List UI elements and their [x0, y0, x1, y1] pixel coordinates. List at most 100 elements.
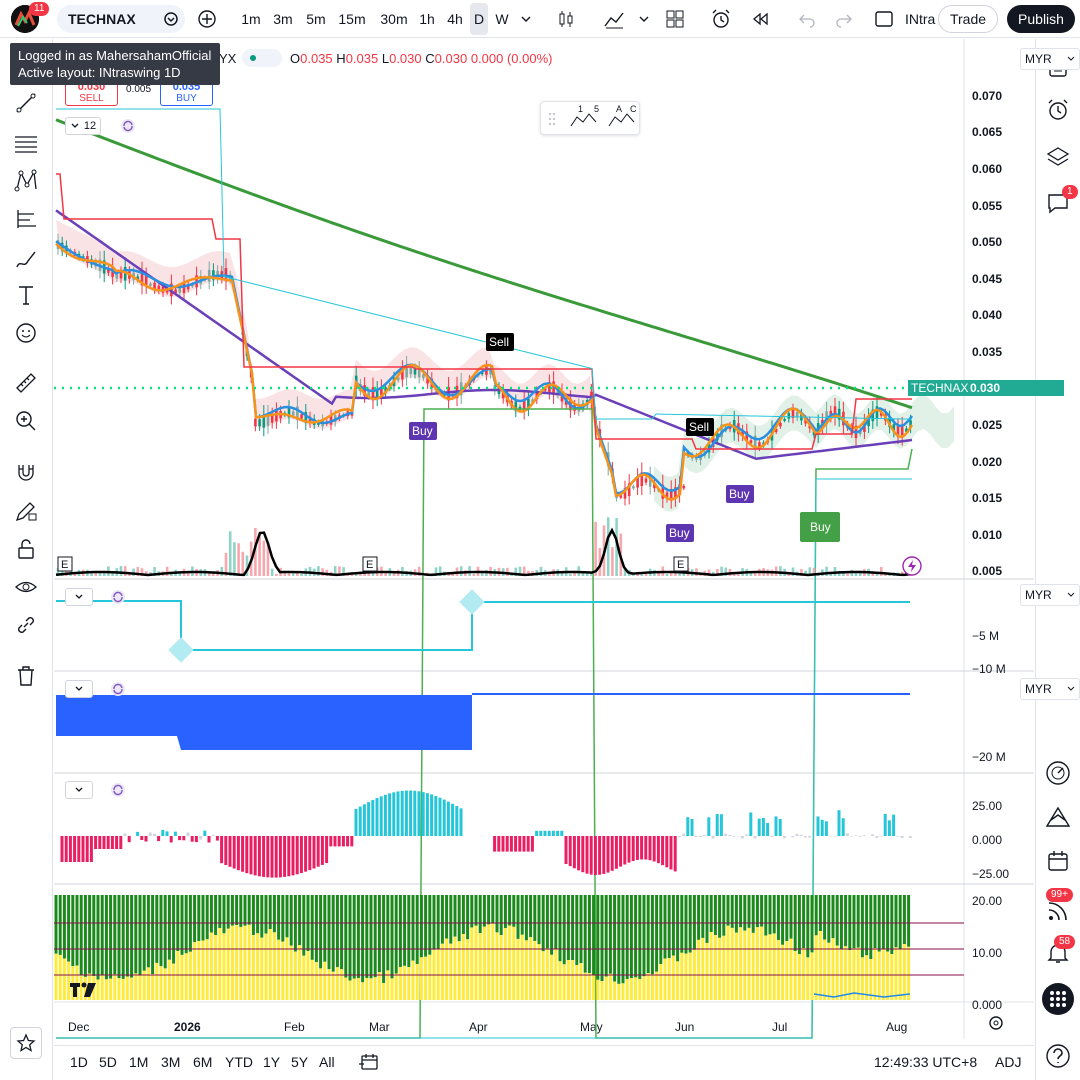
timeframe-1h[interactable]: 1h: [416, 0, 438, 38]
clock[interactable]: 12:49:33 UTC+8: [874, 1046, 977, 1078]
price-axis-label: 0.020: [972, 455, 1002, 469]
alert-button[interactable]: [707, 0, 735, 38]
calendar-button[interactable]: [1044, 847, 1072, 875]
measure-tool[interactable]: [12, 369, 40, 397]
redo-button[interactable]: [830, 0, 858, 38]
refresh-icon[interactable]: [110, 782, 126, 798]
brush-tool[interactable]: [12, 245, 40, 273]
settings-icon[interactable]: [987, 1014, 1005, 1032]
help-button[interactable]: [1044, 1042, 1072, 1070]
pane4-toggle[interactable]: [65, 781, 93, 799]
chart-canvas[interactable]: 0.070 0.065 0.060 0.055 0.050 0.045 0.040 0.035…: [54, 39, 1034, 1039]
adjust-button[interactable]: ADJ: [995, 1046, 1021, 1078]
date-range-button[interactable]: [359, 1046, 379, 1078]
templates-button[interactable]: [661, 0, 689, 38]
undo-button[interactable]: [793, 0, 821, 38]
legend-status[interactable]: [242, 49, 282, 67]
chart-type-button[interactable]: [552, 0, 580, 38]
text-tool[interactable]: [12, 281, 40, 309]
symbol-search[interactable]: TECHNAX: [57, 5, 185, 33]
star-icon: [16, 1033, 36, 1052]
timeframe-d[interactable]: D: [470, 3, 488, 35]
pane5-green-bar: [92, 895, 96, 977]
range-all[interactable]: All: [319, 1046, 335, 1078]
currency-select-pane3[interactable]: MYR: [1020, 678, 1080, 700]
publish-button[interactable]: Publish: [1007, 5, 1075, 33]
pane2-toggle[interactable]: [65, 588, 93, 606]
pane5-green-bar: [873, 895, 877, 949]
indicators-dropdown[interactable]: [636, 0, 652, 38]
indicators-button[interactable]: [600, 0, 628, 38]
range-3m[interactable]: 3M: [161, 1046, 180, 1078]
trade-button[interactable]: Trade: [938, 5, 998, 33]
timeframe-4h[interactable]: 4h: [444, 0, 466, 38]
indicators-toggle[interactable]: 12: [65, 117, 101, 135]
emoji-tool[interactable]: [12, 319, 40, 347]
pane5-yellow-bar: [319, 968, 323, 1000]
sync-drawings-tool[interactable]: [12, 611, 40, 639]
remove-drawings-tool[interactable]: [12, 662, 40, 690]
timeframe-1m[interactable]: 1m: [237, 0, 265, 38]
histogram-bar: [110, 836, 114, 849]
lightning-icon[interactable]: [901, 555, 923, 577]
alerts-button[interactable]: [1044, 96, 1072, 124]
drawing-float-toolbar[interactable]: 1 5 A C: [540, 101, 640, 135]
histogram-bar: [304, 836, 308, 872]
histogram-bar: [228, 836, 232, 867]
range-1d[interactable]: 1D: [70, 1046, 88, 1078]
refresh-icon[interactable]: [110, 681, 126, 697]
range-1m[interactable]: 1M: [129, 1046, 148, 1078]
pane5-yellow-bar: [260, 937, 264, 1000]
ideas-button[interactable]: [1044, 803, 1072, 831]
timeframe-3m[interactable]: 3m: [268, 0, 298, 38]
lock-drawings-tool[interactable]: [12, 535, 40, 563]
object-tree-button[interactable]: [1044, 143, 1072, 171]
pane5-yellow-bar: [172, 963, 176, 1000]
symbol-name: TECHNAX: [68, 11, 136, 27]
timeframe-5m[interactable]: 5m: [302, 0, 330, 38]
range-ytd[interactable]: YTD: [225, 1046, 253, 1078]
pane5-yellow-bar: [550, 954, 554, 1000]
apps-grid-icon: [1050, 991, 1066, 1007]
layout-name[interactable]: INtra: [905, 0, 937, 38]
stay-drawing-tool[interactable]: [12, 497, 40, 525]
pane5-green-bar: [272, 895, 276, 933]
price-tag-value: 0.030: [970, 381, 1001, 395]
pattern-tool[interactable]: [12, 167, 40, 195]
histogram-bar: [115, 836, 119, 849]
timeframe-dropdown[interactable]: [517, 0, 535, 38]
pane3-toggle[interactable]: [65, 680, 93, 698]
timeframe-30m[interactable]: 30m: [376, 0, 412, 38]
zoom-tool[interactable]: [12, 407, 40, 435]
refresh-icon[interactable]: [110, 589, 126, 605]
watchlist-icon[interactable]: [164, 12, 178, 26]
hide-drawings-tool[interactable]: [12, 573, 40, 601]
range-5y[interactable]: 5Y: [291, 1046, 308, 1078]
chart-area[interactable]: 0.070 0.065 0.060 0.055 0.050 0.045 0.040 0.035…: [10, 39, 1080, 1039]
screener-button[interactable]: [1044, 759, 1072, 787]
pane5-yellow-bar: [676, 961, 680, 1000]
pane5-yellow-bar: [365, 978, 369, 1000]
timeframe-w[interactable]: W: [493, 0, 511, 38]
pane5-green-bar: [356, 895, 360, 979]
add-symbol-button[interactable]: [193, 0, 221, 38]
trend-line-tool[interactable]: [12, 89, 40, 117]
pane5-green-bar: [785, 895, 789, 942]
range-6m[interactable]: 6M: [193, 1046, 212, 1078]
histogram-bar: [795, 833, 799, 836]
favorites-button[interactable]: [10, 1027, 42, 1059]
pane5-green-bar: [331, 895, 335, 972]
currency-select-main[interactable]: MYR: [1020, 48, 1080, 70]
fullscreen-button[interactable]: [870, 0, 898, 38]
magnet-tool[interactable]: [12, 459, 40, 487]
replay-button[interactable]: [746, 0, 774, 38]
range-1y[interactable]: 1Y: [263, 1046, 280, 1078]
range-5d[interactable]: 5D: [99, 1046, 117, 1078]
refresh-icon[interactable]: [120, 118, 136, 134]
timeframe-15m[interactable]: 15m: [336, 0, 368, 38]
currency-select-pane2[interactable]: MYR: [1020, 584, 1080, 606]
horizontal-lines-tool[interactable]: [12, 130, 40, 158]
forecast-tool[interactable]: [12, 205, 40, 233]
symbol-suffix: YX: [219, 51, 237, 66]
products-button[interactable]: [1042, 983, 1074, 1015]
